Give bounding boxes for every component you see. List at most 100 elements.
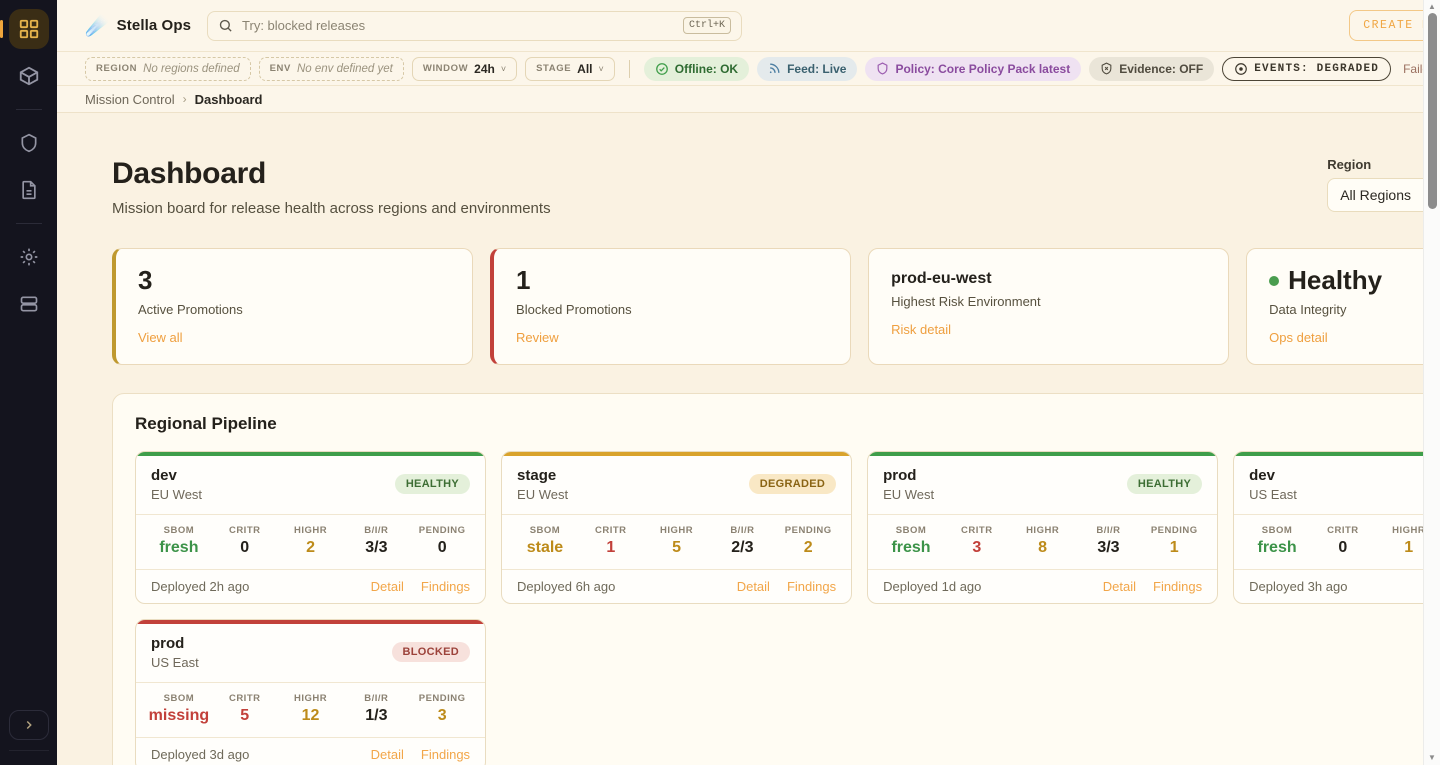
search-input[interactable] <box>242 18 674 33</box>
status-badge: HEALTHY <box>1127 474 1202 494</box>
app-logo[interactable]: ☄️ Stella Ops <box>85 14 191 38</box>
metric-value: 3/3 <box>343 539 409 557</box>
region-name: EU West <box>883 487 934 502</box>
app-name: Stella Ops <box>117 17 191 34</box>
metric-label: HIGHR <box>278 693 344 704</box>
package-icon <box>18 65 40 87</box>
metric-label: PENDING <box>409 525 475 536</box>
metric-value: missing <box>146 707 212 725</box>
metric-value: 1 <box>1141 539 1207 557</box>
environment-name: prod <box>151 635 199 652</box>
page-title: Dashboard <box>112 157 551 191</box>
metric-value: 0 <box>409 539 475 557</box>
document-icon <box>19 180 39 200</box>
window-filter-dropdown[interactable]: WINDOW 24h ˅ <box>412 57 517 81</box>
vertical-scrollbar[interactable]: ▲ ▼ <box>1423 0 1440 765</box>
events-status-pill: EVENTS: DEGRADED <box>1222 57 1391 81</box>
sidebar-footer-divider <box>9 750 49 751</box>
stat-value: prod-eu-west <box>891 270 1206 288</box>
detail-link[interactable]: Detail <box>371 579 404 594</box>
sidebar-item-packages[interactable] <box>9 56 49 96</box>
metric-value: fresh <box>146 539 212 557</box>
sidebar-item-security[interactable] <box>9 123 49 163</box>
metric-label: B/I/R <box>709 525 775 536</box>
main-content: Dashboard Mission board for release heal… <box>57 113 1440 765</box>
deployed-time: Deployed 3d ago <box>151 747 249 762</box>
deployed-time: Deployed 2h ago <box>151 579 249 594</box>
status-badge: BLOCKED <box>392 642 471 662</box>
sidebar-collapse-button[interactable] <box>9 710 49 740</box>
env-filter-chip[interactable]: ENV No env defined yet <box>259 57 404 81</box>
pipeline-card-prod-eu-west: prod EU West HEALTHY SBOMfresh CRITR3 HI… <box>867 451 1218 604</box>
metric-value: fresh <box>1244 539 1310 557</box>
breadcrumb-parent[interactable]: Mission Control <box>85 92 175 107</box>
collapse-chevron-icon <box>22 718 36 732</box>
metric-value: 0 <box>212 539 278 557</box>
findings-link[interactable]: Findings <box>787 579 836 594</box>
circle-dot-icon <box>1234 62 1248 76</box>
metric-label: CRITR <box>1310 525 1376 536</box>
panel-title: Regional Pipeline <box>135 414 277 434</box>
keyboard-shortcut-badge: Ctrl+K <box>683 17 731 34</box>
search-icon <box>218 18 233 33</box>
breadcrumb: Mission Control › Dashboard <box>57 86 1440 113</box>
evidence-status-pill: Evidence: OFF <box>1089 57 1214 81</box>
scrollbar-thumb[interactable] <box>1428 13 1437 209</box>
stage-filter-dropdown[interactable]: STAGE All ˅ <box>525 57 615 81</box>
offline-status-pill: Offline: OK <box>644 57 749 81</box>
policy-status-text: Policy: Core Policy Pack latest <box>895 62 1070 76</box>
metric-label: SBOM <box>146 693 212 704</box>
offline-status-text: Offline: OK <box>675 62 738 76</box>
metric-value: 2 <box>278 539 344 557</box>
stat-label: Highest Risk Environment <box>891 294 1206 309</box>
metric-value: fresh <box>878 539 944 557</box>
stage-filter-value: All <box>577 62 592 76</box>
metric-label: SBOM <box>1244 525 1310 536</box>
metric-value: 12 <box>278 707 344 725</box>
environment-name: stage <box>517 467 568 484</box>
sidebar-item-documents[interactable] <box>9 170 49 210</box>
shield-icon <box>19 133 39 153</box>
region-filter-chip[interactable]: REGION No regions defined <box>85 57 251 81</box>
status-badge: HEALTHY <box>395 474 470 494</box>
metric-value: 2/3 <box>709 539 775 557</box>
sidebar-item-settings[interactable] <box>9 237 49 277</box>
detail-link[interactable]: Detail <box>371 747 404 762</box>
region-name: US East <box>1249 487 1297 502</box>
sidebar <box>0 0 57 765</box>
metric-value: 2 <box>775 539 841 557</box>
metric-label: PENDING <box>1141 525 1207 536</box>
stat-label: Blocked Promotions <box>516 302 828 317</box>
detail-link[interactable]: Detail <box>737 579 770 594</box>
findings-link[interactable]: Findings <box>1153 579 1202 594</box>
stat-card-active-promotions: 3 Active Promotions View all <box>112 248 473 365</box>
view-all-link[interactable]: View all <box>138 330 183 345</box>
region-filter-value: No regions defined <box>143 63 240 75</box>
stat-cards-row: 3 Active Promotions View all 1 Blocked P… <box>112 248 1440 365</box>
pipeline-card-prod-us-east: prod US East BLOCKED SBOMmissing CRITR5 … <box>135 619 486 765</box>
sidebar-divider <box>16 223 42 224</box>
active-indicator <box>0 20 3 38</box>
environment-name: dev <box>1249 467 1297 484</box>
page-subtitle: Mission board for release health across … <box>112 200 551 217</box>
risk-detail-link[interactable]: Risk detail <box>891 322 951 337</box>
window-filter-value: 24h <box>474 62 495 76</box>
detail-link[interactable]: Detail <box>1103 579 1136 594</box>
server-icon <box>19 294 39 314</box>
evidence-status-text: Evidence: OFF <box>1119 62 1203 76</box>
metric-label: CRITR <box>212 525 278 536</box>
findings-link[interactable]: Findings <box>421 579 470 594</box>
sidebar-divider <box>16 109 42 110</box>
ops-detail-link[interactable]: Ops detail <box>1269 330 1328 345</box>
scroll-up-arrow-icon[interactable]: ▲ <box>1428 0 1436 14</box>
scroll-down-arrow-icon[interactable]: ▼ <box>1428 751 1436 765</box>
sidebar-item-infrastructure[interactable] <box>9 284 49 324</box>
stage-filter-label: STAGE <box>536 63 571 74</box>
pipeline-card-dev-eu-west: dev EU West HEALTHY SBOMfresh CRITR0 HIG… <box>135 451 486 604</box>
findings-link[interactable]: Findings <box>421 747 470 762</box>
stat-label: Active Promotions <box>138 302 450 317</box>
metric-label: HIGHR <box>1010 525 1076 536</box>
global-search[interactable]: Ctrl+K <box>207 11 742 41</box>
review-link[interactable]: Review <box>516 330 559 345</box>
sidebar-item-dashboard[interactable] <box>9 9 49 49</box>
